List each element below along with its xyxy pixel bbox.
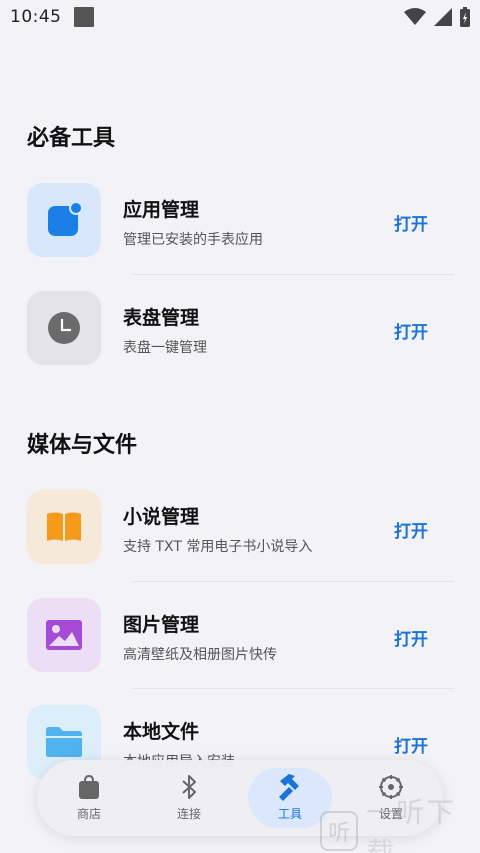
row-subtitle: 高清壁纸及相册图片快传 (123, 647, 277, 663)
bluetooth-icon (182, 775, 196, 799)
nav-item-store[interactable]: 商店 (47, 768, 131, 828)
list-item-app-management[interactable]: 应用管理 管理已安装的手表应用 打开 (0, 183, 480, 283)
signal-icon (434, 8, 452, 26)
section-title-essential-tools: 必备工具 (27, 126, 116, 151)
status-bar: 10:45 (0, 0, 480, 34)
battery-icon (460, 7, 470, 27)
row-subtitle: 表盘一键管理 (123, 340, 207, 356)
row-title: 表盘管理 (123, 307, 200, 329)
watermark-logo: 听 (320, 810, 359, 851)
open-button[interactable]: 打开 (394, 210, 428, 235)
image-management-tile (27, 598, 101, 672)
open-button[interactable]: 打开 (394, 517, 428, 542)
nav-item-connect[interactable]: 连接 (147, 768, 231, 828)
list-item-novel-management[interactable]: 小说管理 支持 TXT 常用电子书小说导入 打开 (0, 490, 480, 590)
bag-icon (79, 774, 99, 799)
clock-icon (48, 312, 80, 344)
row-title: 图片管理 (123, 614, 200, 636)
open-button[interactable]: 打开 (394, 625, 428, 650)
status-time: 10:45 (10, 7, 62, 27)
list-item-watchface-management[interactable]: 表盘管理 表盘一键管理 打开 (0, 291, 480, 391)
nav-label: 工具 (277, 807, 302, 821)
watermark: 听 一听下载 (320, 796, 480, 853)
section-title-media-files: 媒体与文件 (27, 433, 138, 458)
open-button[interactable]: 打开 (394, 732, 428, 757)
app-management-tile (27, 183, 101, 257)
app-square-icon (48, 201, 83, 236)
row-title: 本地文件 (123, 721, 200, 743)
folder-icon (46, 727, 82, 757)
row-subtitle: 支持 TXT 常用电子书小说导入 (123, 539, 313, 555)
hammer-icon (279, 774, 299, 801)
watermark-text: 一听下载 (366, 795, 457, 853)
nav-label: 商店 (76, 807, 101, 821)
row-subtitle: 管理已安装的手表应用 (123, 232, 263, 248)
image-icon (46, 620, 82, 650)
divider (132, 688, 454, 689)
book-icon (47, 512, 81, 541)
row-title: 应用管理 (123, 199, 200, 221)
wifi-icon (404, 8, 426, 25)
watchface-management-tile (27, 291, 101, 365)
open-button[interactable]: 打开 (394, 318, 428, 343)
status-icons (404, 7, 470, 27)
row-title: 小说管理 (123, 506, 200, 528)
novel-management-tile (27, 490, 101, 564)
divider (132, 274, 454, 275)
list-item-image-management[interactable]: 图片管理 高清壁纸及相册图片快传 打开 (0, 598, 480, 698)
nav-label: 连接 (176, 807, 201, 821)
divider (132, 581, 454, 582)
notification-icon (73, 7, 94, 27)
